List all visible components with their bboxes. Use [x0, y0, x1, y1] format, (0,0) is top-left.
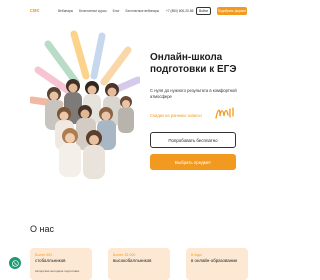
promo-text: Скидки на раннюю запись!	[150, 113, 202, 118]
logo[interactable]: смс	[30, 8, 40, 14]
whatsapp-icon	[11, 259, 19, 267]
try-free-button[interactable]: Попробовать бесплатно	[150, 132, 236, 148]
stat-card-text: высокобалльников	[113, 258, 152, 263]
site-header: смс Вебинары Бесплатные курсы Блог Беспл…	[0, 0, 280, 24]
squiggle-icon	[215, 107, 234, 119]
nav-item-free-webinars[interactable]: Бесплатные вебинары	[126, 9, 160, 13]
choose-subject-button[interactable]: Выбрать предмет	[150, 154, 236, 170]
hero-subtitle: С нуля до нужного результата в комфортно…	[150, 88, 237, 99]
stat-card-text: стобалльников	[35, 258, 66, 263]
stat-card-title: Более 35 000	[113, 253, 136, 257]
stat-card-text: в онлайн-образовании	[191, 258, 238, 263]
hero-title: Онлайн-школа подготовки к ЕГЭ	[150, 52, 237, 75]
students-group	[45, 79, 134, 179]
main-nav: Вебинары Бесплатные курсы Блог Бесплатны…	[58, 9, 159, 13]
stat-card-note: Авторская методика подготовки	[35, 269, 80, 273]
stat-card-title: 8 годы	[191, 253, 202, 257]
whatsapp-chat-button[interactable]	[9, 257, 21, 269]
stat-card-high-scorers: Более 35 000 высокобалльников	[108, 248, 170, 280]
nav-item-free-courses[interactable]: Бесплатные курсы	[79, 9, 107, 13]
phone-number[interactable]: +7 (800) 600-20-56	[166, 9, 193, 13]
signup-button[interactable]: Подобрать формат	[217, 7, 247, 15]
stat-card-perfect-scorers: Более 891 стобалльников Авторская методи…	[30, 248, 92, 280]
hero-students-image	[30, 30, 140, 179]
stat-card-years-online: 8 годы в онлайн-образовании	[186, 248, 248, 280]
about-title: О нас	[30, 224, 54, 234]
stat-card-title: Более 891	[35, 253, 53, 257]
nav-item-blog[interactable]: Блог	[113, 9, 120, 13]
login-button[interactable]: Войти	[196, 7, 211, 15]
nav-item-webinars[interactable]: Вебинары	[58, 9, 73, 13]
